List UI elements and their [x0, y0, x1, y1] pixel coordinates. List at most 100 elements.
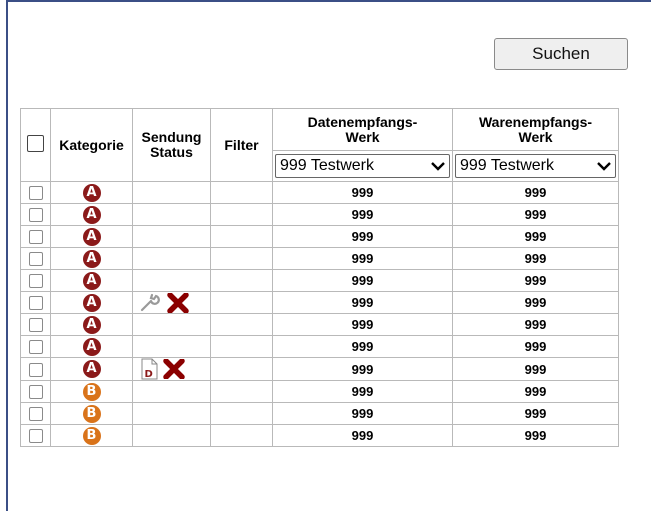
waren-werk-cell: 999 [452, 380, 619, 403]
category-cell: A [50, 291, 133, 314]
row-select-cell [20, 313, 51, 336]
shipments-table: Kategorie Sendung Status Filter Datenemp… [20, 108, 619, 447]
row-checkbox[interactable] [28, 208, 43, 223]
row-checkbox[interactable] [28, 429, 43, 444]
waren-werk-select[interactable]: 999 Testwerk [455, 154, 616, 178]
header-filter[interactable]: Filter [210, 108, 273, 182]
row-checkbox[interactable] [28, 340, 43, 355]
category-a-icon: A [82, 183, 101, 202]
header-daten-line2: Werk [345, 128, 380, 145]
filter-cell [210, 380, 273, 403]
row-select-cell [20, 402, 51, 425]
header-waren-line1: Warenempfangs- [478, 113, 593, 130]
sendung-status-cell: D [132, 357, 211, 381]
row-select-cell [20, 269, 51, 292]
row-checkbox[interactable] [28, 362, 43, 377]
filter-cell [210, 291, 273, 314]
select-all-header [20, 108, 51, 182]
table-row[interactable]: A 999 999 [20, 225, 619, 248]
table-row[interactable]: A 999 999 [20, 247, 619, 270]
daten-werk-cell: 999 [272, 291, 453, 314]
header-sendung-status[interactable]: Sendung Status [132, 108, 211, 182]
daten-werk-cell: 999 [272, 313, 453, 336]
daten-werk-cell: 999 [272, 247, 453, 270]
daten-werk-filter-cell: 999 Testwerk [272, 150, 453, 182]
table-row[interactable]: A 999 999 [20, 291, 619, 314]
category-b-icon: B [82, 382, 101, 401]
daten-werk-cell: 999 [272, 357, 453, 381]
row-checkbox[interactable] [28, 186, 43, 201]
row-checkbox[interactable] [28, 230, 43, 245]
category-cell: B [50, 380, 133, 403]
chevron-down-icon [597, 162, 611, 171]
daten-werk-cell: 999 [272, 181, 453, 204]
daten-werk-select[interactable]: 999 Testwerk [275, 154, 450, 178]
document-d-icon[interactable]: D [139, 358, 159, 380]
waren-werk-cell: 999 [452, 247, 619, 270]
category-a-icon: A [82, 337, 101, 356]
table-body: A 999 999 A 999 999 A 999 999 A 999 999 A 999 999 A 999 9… [20, 181, 619, 447]
row-select-cell [20, 291, 51, 314]
waren-werk-cell: 999 [452, 291, 619, 314]
search-button[interactable]: Suchen [494, 38, 628, 70]
category-cell: A [50, 335, 133, 358]
select-all-checkbox[interactable] [27, 135, 44, 152]
category-a-icon: A [82, 293, 101, 312]
wrench-icon[interactable] [139, 293, 163, 313]
waren-werk-cell: 999 [452, 269, 619, 292]
delete-x-icon[interactable] [163, 359, 185, 379]
header-kategorie[interactable]: Kategorie [50, 108, 133, 182]
filter-cell [210, 424, 273, 447]
category-b-icon: B [82, 426, 101, 445]
table-row[interactable]: A 999 999 [20, 181, 619, 204]
waren-werk-filter-cell: 999 Testwerk [452, 150, 619, 182]
category-a-icon: A [82, 271, 101, 290]
waren-werk-cell: 999 [452, 203, 619, 226]
sendung-status-cell [132, 203, 211, 226]
sendung-status-cell [132, 225, 211, 248]
filter-cell [210, 402, 273, 425]
category-a-icon: A [82, 205, 101, 224]
delete-x-icon[interactable] [167, 292, 189, 313]
filter-cell [210, 203, 273, 226]
row-checkbox[interactable] [28, 385, 43, 400]
daten-werk-cell: 999 [272, 380, 453, 403]
sendung-status-cell [132, 269, 211, 292]
waren-werk-cell: 999 [452, 402, 619, 425]
row-checkbox[interactable] [28, 296, 43, 311]
sendung-status-cell [132, 402, 211, 425]
table-row[interactable]: B 999 999 [20, 402, 619, 425]
row-select-cell [20, 424, 51, 447]
category-cell: A [50, 269, 133, 292]
row-checkbox[interactable] [28, 407, 43, 422]
waren-werk-cell: 999 [452, 313, 619, 336]
table-row[interactable]: B 999 999 [20, 424, 619, 447]
filter-cell [210, 247, 273, 270]
category-a-icon: A [82, 360, 101, 378]
table-row[interactable]: A 999 999 [20, 203, 619, 226]
waren-werk-cell: 999 [452, 357, 619, 381]
row-checkbox[interactable] [28, 318, 43, 333]
header-warenempfangs-werk[interactable]: Warenempfangs- Werk [452, 108, 619, 151]
daten-werk-cell: 999 [272, 203, 453, 226]
daten-werk-select-value: 999 Testwerk [280, 157, 374, 174]
table-row[interactable]: A 999 999 [20, 313, 619, 336]
header-datenempfangs-werk[interactable]: Datenempfangs- Werk [272, 108, 453, 151]
row-checkbox[interactable] [28, 274, 43, 289]
header-status: Status [150, 144, 193, 160]
table-row[interactable]: B 999 999 [20, 380, 619, 403]
sendung-status-cell [132, 380, 211, 403]
table-row[interactable]: A D 999 999 [20, 357, 619, 381]
category-cell: A [50, 247, 133, 270]
row-checkbox[interactable] [28, 252, 43, 267]
row-select-cell [20, 247, 51, 270]
table-row[interactable]: A 999 999 [20, 269, 619, 292]
category-cell: A [50, 181, 133, 204]
category-cell: A [50, 225, 133, 248]
sendung-status-cell [132, 247, 211, 270]
waren-werk-cell: 999 [452, 225, 619, 248]
table-row[interactable]: A 999 999 [20, 335, 619, 358]
waren-werk-select-value: 999 Testwerk [460, 157, 554, 174]
daten-werk-cell: 999 [272, 424, 453, 447]
header-waren-line2: Werk [518, 128, 553, 145]
